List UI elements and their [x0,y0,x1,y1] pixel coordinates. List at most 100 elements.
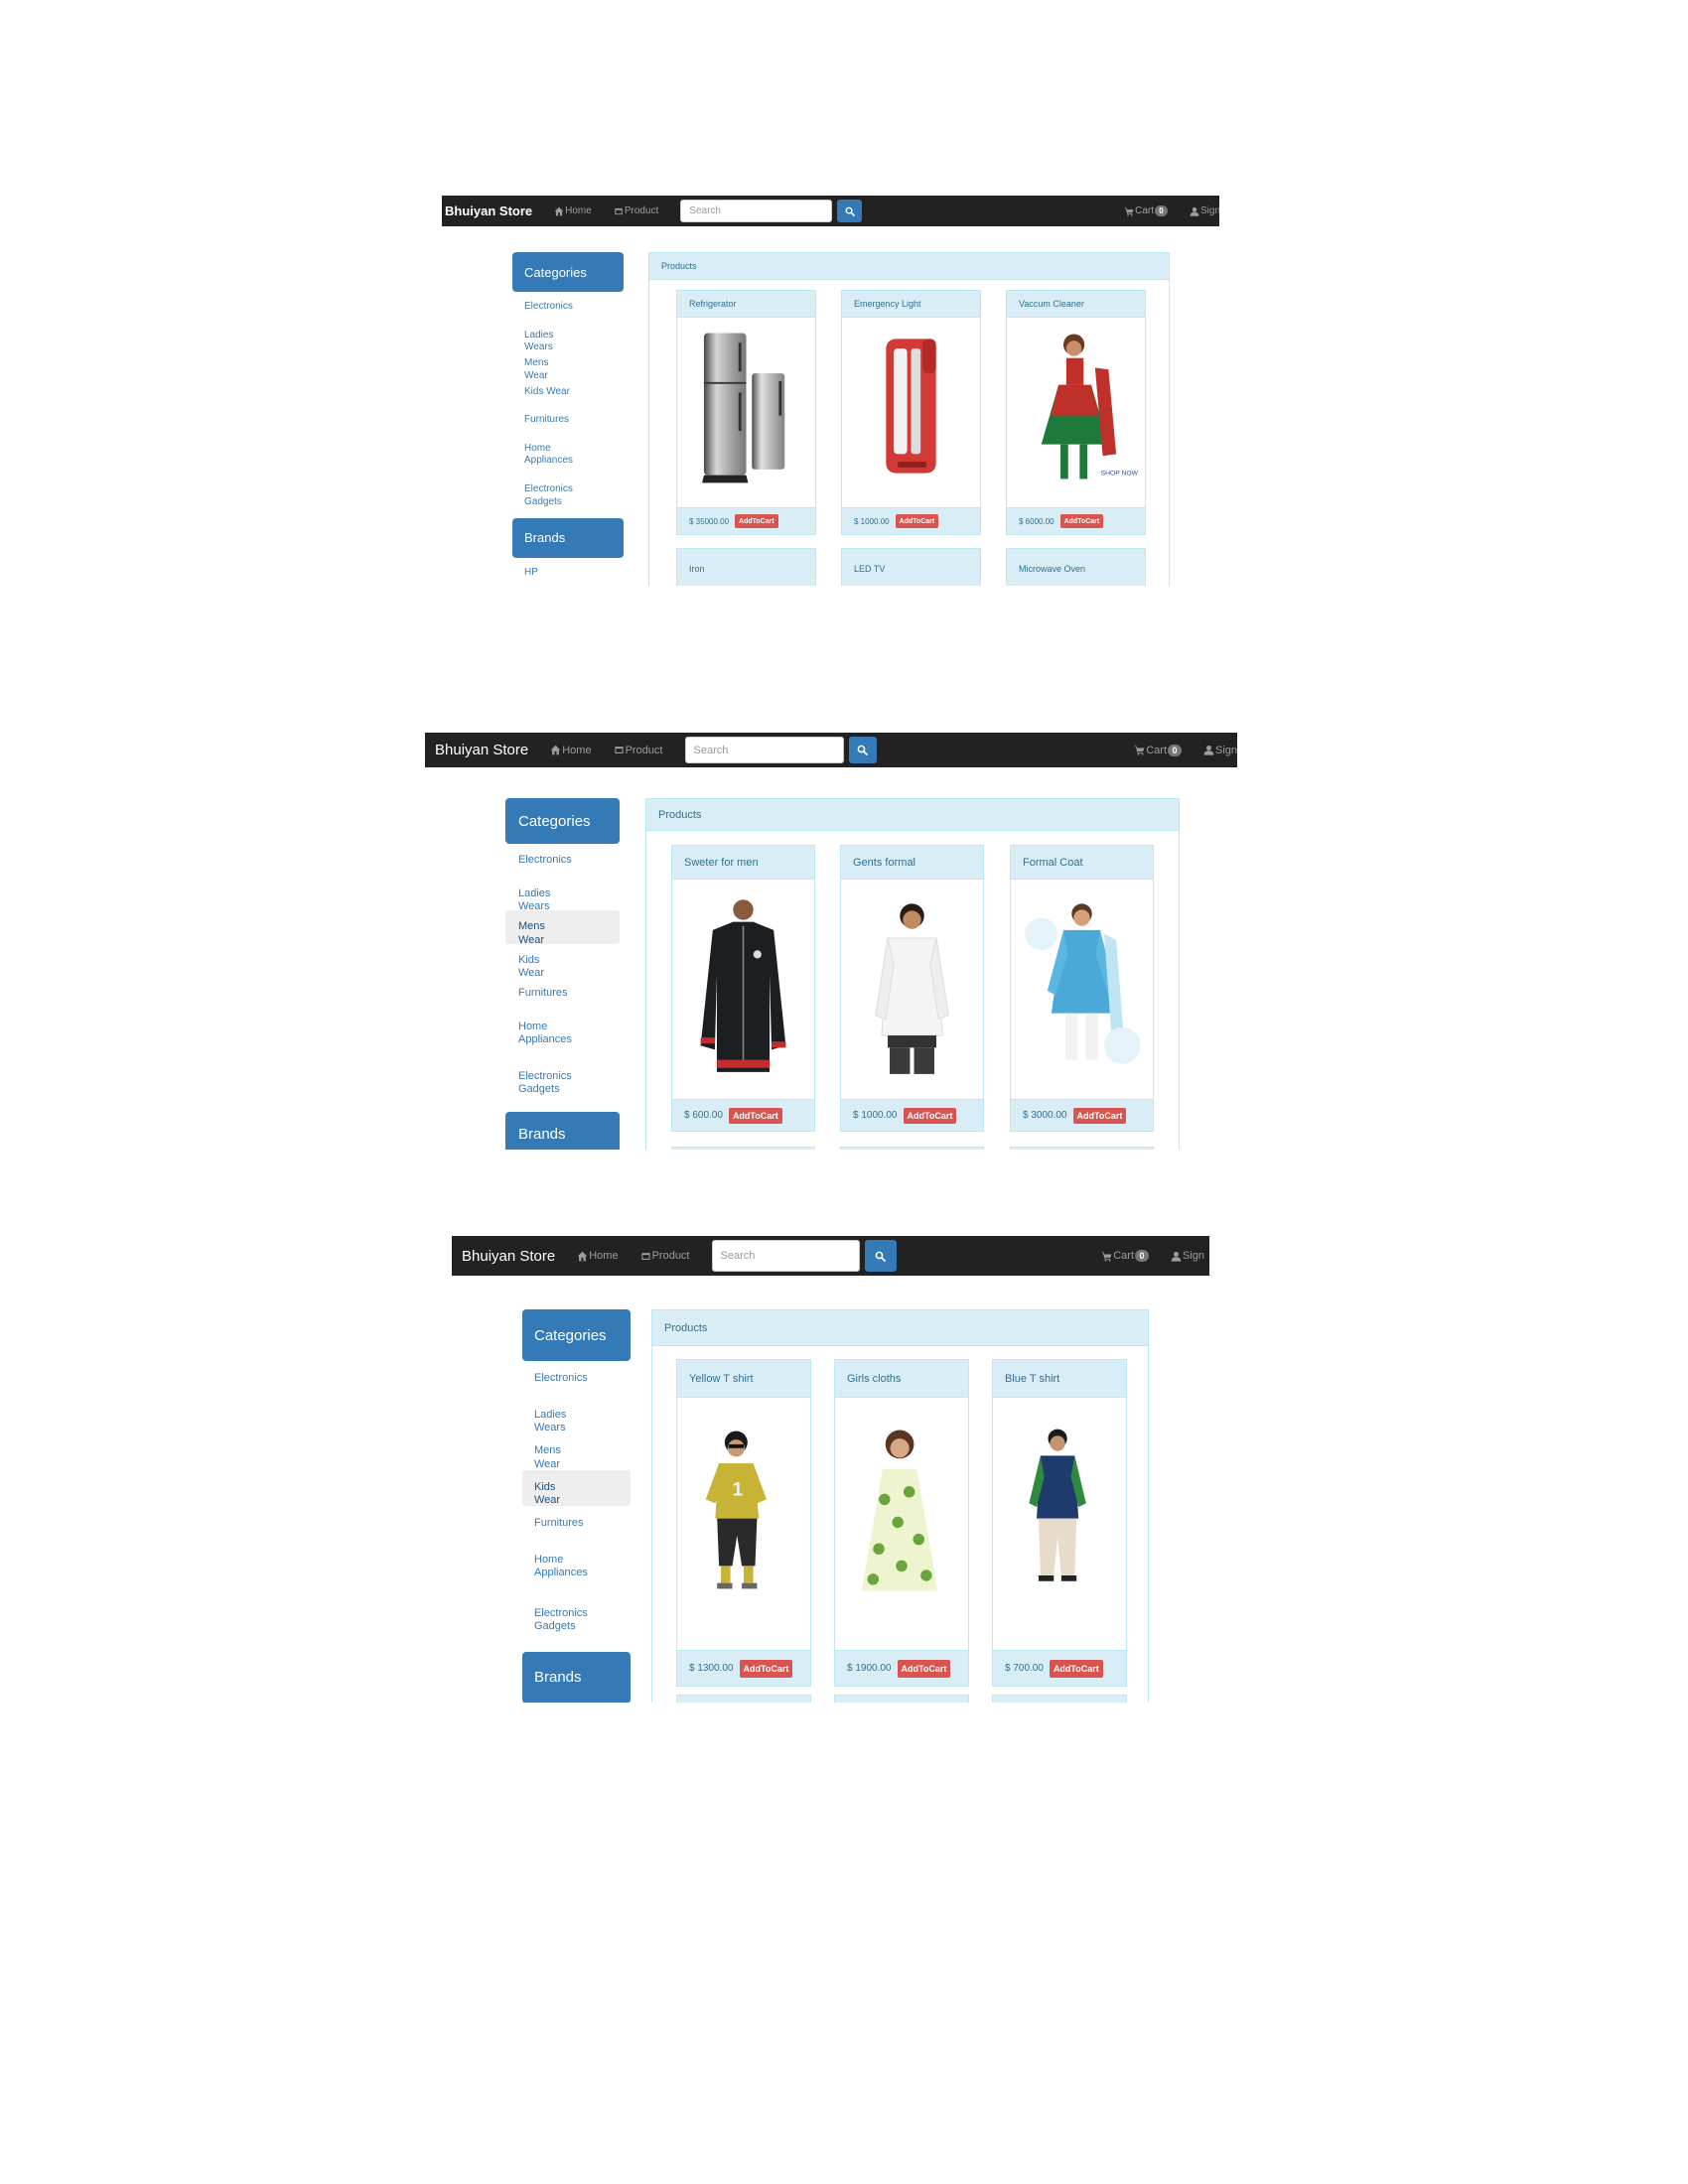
product-price: $ 1300.00 [689,1663,734,1674]
product-footer: $ 1000.00 AddToCart [841,1099,983,1131]
product-image[interactable] [993,1400,1126,1618]
search-icon [857,745,868,755]
navbar: Bhuiyan Store Home Product Cart0 Sign [442,196,1219,226]
product-card: LED TV [841,548,981,586]
signin-label: Sign [1215,744,1237,756]
product-card [840,1147,984,1150]
nav-product[interactable]: Product [640,1250,690,1262]
add-to-cart-button[interactable]: AddToCart [739,1659,793,1678]
nav-home[interactable]: Home [550,744,592,756]
category-item[interactable]: Ladies Wears [512,321,624,353]
product-image[interactable] [677,320,815,492]
category-item[interactable]: Ladies Wears [505,878,620,913]
category-item[interactable]: Electronics Gadgets [512,475,624,516]
product-title: Gents formal [841,846,983,880]
products-heading: Products [649,253,1169,280]
products-panel: Products Sweter for men $ 600.00 AddToCart G… [645,798,1180,1150]
nav-product-label: Product [624,205,659,216]
product-card: Microwave Oven [1006,548,1146,586]
search-input[interactable] [684,737,844,763]
nav-cart[interactable]: Cart 0 [1124,205,1168,216]
add-to-cart-button[interactable]: AddToCart [895,514,939,528]
product-footer: $ 1900.00 AddToCart [835,1650,968,1686]
category-item[interactable]: Mens Wear [505,910,620,946]
nav-home[interactable]: Home [577,1250,619,1262]
nav-cart[interactable]: Cart 0 [1134,744,1182,756]
search-input[interactable] [711,1240,860,1272]
add-to-cart-button[interactable]: AddToCart [903,1107,957,1124]
category-item[interactable]: Home Appliances [512,434,624,476]
nav-product[interactable]: Product [614,745,663,756]
add-to-cart-button[interactable]: AddToCart [1049,1659,1103,1678]
cart-label: Cart [1113,1250,1134,1262]
product-image[interactable] [672,882,814,1088]
brand-link[interactable]: Bhuiyan Store [462,1248,555,1265]
add-to-cart-button[interactable]: AddToCart [897,1659,951,1678]
nav-home-label: Home [565,205,592,216]
product-image[interactable] [835,1400,968,1618]
nav-home-label: Home [562,744,592,756]
product-title: Iron [677,549,815,586]
category-item[interactable]: Furnitures [505,977,620,1011]
category-item[interactable]: Electronics [512,292,624,321]
search-button[interactable] [848,737,877,763]
product-image[interactable]: 1 [677,1400,810,1618]
home-icon [554,206,565,216]
product-title [1011,1148,1153,1150]
product-title: Refrigerator [677,291,815,318]
category-item[interactable]: Furnitures [522,1506,631,1543]
product-card: Girls cloths $ 1900.00 AddToCart [834,1359,969,1687]
product-title: LED TV [842,549,980,586]
category-item[interactable]: Electronics [522,1361,631,1398]
categories-heading: Categories [505,798,620,844]
products-heading: Products [646,799,1179,831]
search-input[interactable] [680,200,833,222]
product-image[interactable]: SHOP NOW [1007,320,1145,492]
cart-icon [1101,1251,1113,1262]
cart-icon [1134,745,1146,755]
search-button[interactable] [864,1240,897,1272]
product-card: Emergency Light $ 1000.00 AddToCart [841,290,981,535]
product-footer: $ 1000.00 AddToCart [842,507,980,534]
product-image[interactable] [841,882,983,1088]
nav-cart[interactable]: Cart 0 [1101,1250,1149,1262]
category-item[interactable]: Electronics [505,844,620,878]
search-button[interactable] [837,200,863,222]
add-to-cart-button[interactable]: AddToCart [1059,514,1104,528]
add-to-cart-button[interactable]: AddToCart [735,514,778,528]
nav-product-label: Product [651,1250,690,1262]
product-title: Sweter for men [672,846,814,880]
navbar: Bhuiyan Store Home Product Cart0 Sign [425,733,1237,767]
product-image[interactable] [842,320,980,492]
brand-item[interactable]: HP [512,558,624,587]
category-item[interactable]: Mens Wear [522,1433,631,1470]
product-footer: $ 1300.00 AddToCart [677,1650,810,1686]
category-item[interactable]: Home Appliances [522,1543,631,1596]
product-title: Blue T shirt [993,1360,1126,1398]
nav-product-label: Product [625,744,663,756]
product-title [672,1148,814,1150]
category-item[interactable]: Electronics Gadgets [505,1060,620,1110]
brand-link[interactable]: Bhuiyan Store [435,742,528,758]
category-item[interactable]: Furnitures [512,405,624,434]
nav-home[interactable]: Home [554,205,592,216]
category-item[interactable]: Ladies Wears [522,1398,631,1434]
nav-signin[interactable]: Sign [1203,745,1237,756]
add-to-cart-button[interactable]: AddToCart [1072,1107,1127,1124]
product-image[interactable] [1011,882,1153,1088]
nav-signin[interactable]: Sign [1171,1250,1209,1262]
nav-product[interactable]: Product [614,205,658,216]
brand-link[interactable]: Bhuiyan Store [445,204,532,218]
add-to-cart-button[interactable]: AddToCart [728,1107,782,1124]
categories-heading: Categories [512,252,624,292]
nav-home-label: Home [589,1250,619,1262]
nav-signin[interactable]: Sign [1190,205,1219,216]
category-item[interactable]: Electronics Gadgets [522,1596,631,1650]
category-item[interactable]: Home Appliances [505,1011,620,1060]
category-item[interactable]: Kids Wear [505,944,620,980]
categories-heading: Categories [522,1309,631,1361]
product-title: Formal Coat [1011,846,1153,880]
product-title: Microwave Oven [1007,549,1145,586]
brands-heading: Brands [505,1111,620,1150]
category-item[interactable]: Kids Wear [522,1469,631,1506]
